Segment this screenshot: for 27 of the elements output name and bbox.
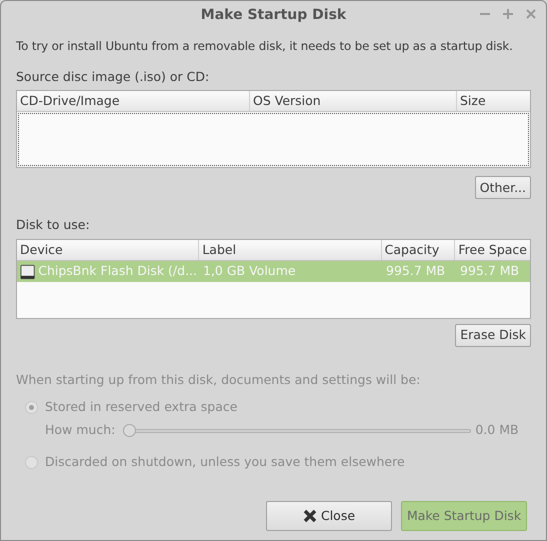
table-cell-text: ChipsBnk Flash Disk (/d...	[38, 262, 197, 280]
close-button[interactable]: Close	[266, 501, 392, 532]
erase-disk-button[interactable]: Erase Disk	[455, 324, 531, 348]
column-header[interactable]: CD-Drive/Image	[17, 91, 250, 112]
other-button[interactable]: Other...	[474, 176, 531, 200]
drive-icon	[20, 264, 36, 280]
close-icon[interactable]	[526, 9, 536, 19]
table-cell-text: 1,0 GB Volume	[203, 262, 296, 280]
table-cell-text: 995.7 MB	[386, 262, 446, 280]
option-label: Stored in reserved extra space	[45, 398, 238, 416]
close-icon	[302, 509, 317, 524]
table-cell-text: 995.7 MB	[460, 262, 520, 280]
column-header[interactable]: Label	[199, 240, 382, 260]
column-header[interactable]: Capacity	[382, 240, 456, 260]
column-header[interactable]: Free Space	[455, 240, 530, 260]
section-label: Disk to use:	[16, 216, 91, 234]
column-header[interactable]: Device	[17, 240, 200, 260]
column-header[interactable]: OS Version	[250, 91, 457, 112]
slider-label: How much:	[45, 421, 116, 440]
slider-value: 0.0 MB	[475, 421, 519, 440]
maximize-icon[interactable]	[503, 9, 513, 19]
section-heading: When starting up from this disk, documents and settings will be:	[16, 371, 422, 390]
intro-text: To try or install Ubuntu from a removable disk, it needs to be set up as a startup disk.	[16, 38, 513, 55]
column-header[interactable]: Size	[457, 91, 530, 112]
window-title: Make Startup Disk	[200, 6, 346, 24]
section-label: Source disc image (.iso) or CD:	[16, 68, 210, 86]
option-label: Discarded on shutdown, unless you save them elsewhere	[45, 452, 405, 471]
